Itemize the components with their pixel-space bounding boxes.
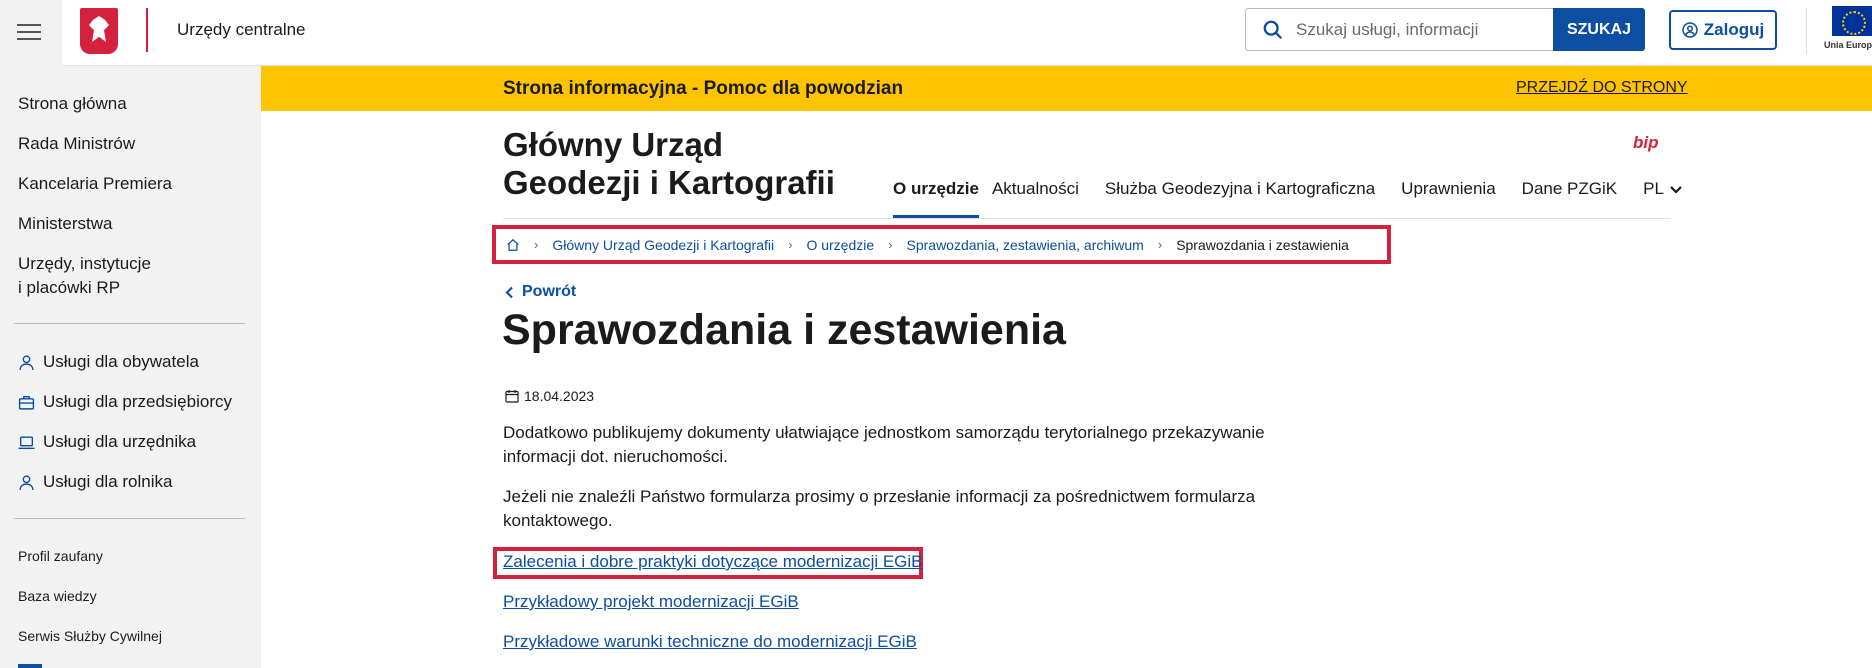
bip-logo-label: bip [1633, 133, 1659, 152]
eu-divider [1806, 8, 1807, 54]
sidebar-item-business-label: Usługi dla przedsiębiorcy [43, 392, 232, 411]
breadcrumb-current: Sprawozdania i zestawienia [1176, 236, 1349, 253]
search-button[interactable]: SZUKAJ [1553, 8, 1645, 51]
person-icon [19, 475, 34, 490]
sidebar-item-citizen-label: Usługi dla obywatela [43, 352, 199, 371]
sidebar-item-council[interactable]: Rada Ministrów [18, 132, 135, 156]
tab-pzgik-data[interactable]: Dane PZGiK [1509, 178, 1630, 218]
login-label: Zaloguj [1703, 20, 1765, 39]
sidebar-item-farmer[interactable]: Usługi dla rolnika [18, 470, 172, 494]
sidebar-item-official-label: Usługi dla urzędnika [43, 432, 197, 451]
home-icon[interactable] [506, 238, 520, 252]
main-nav: O urzędzie Aktualności Służba Geodezyjna… [893, 178, 1695, 218]
document-link-recommendations[interactable]: Zalecenia i dobre praktyki dotyczące mod… [503, 552, 923, 572]
chevron-right-icon: › [1157, 237, 1163, 252]
banner-link[interactable]: PRZEJDŹ DO STRONY [1516, 79, 1688, 97]
banner-text: Strona informacyjna - Pomoc dla powodzia… [503, 78, 904, 99]
menu-hamburger-icon[interactable] [0, 0, 62, 66]
language-label: PL [1643, 179, 1664, 198]
contact-paragraph: Jeżeli nie znaleźli Państwo formularza p… [503, 487, 1256, 530]
eu-flag-icon[interactable] [1832, 6, 1872, 36]
sidebar-item-citizen[interactable]: Usługi dla obywatela [18, 350, 199, 374]
document-link-sample-project[interactable]: Przykładowy projekt modernizacji EGiB [503, 592, 799, 612]
nav-divider [503, 218, 1671, 219]
language-selector[interactable]: PL [1630, 178, 1695, 218]
person-icon [19, 355, 34, 370]
sidebar-item-ministries[interactable]: Ministerstwa [18, 212, 112, 236]
sidebar: Strona główna Rada Ministrów Kancelaria … [0, 66, 261, 668]
header-divider [146, 8, 148, 52]
bip-logo[interactable]: bip [1633, 133, 1659, 153]
sidebar-item-chancellery[interactable]: Kancelaria Premiera [18, 172, 172, 196]
search-box [1245, 8, 1554, 51]
publication-date: 18.04.2023 [505, 388, 594, 404]
tab-geodetic-service[interactable]: Służba Geodezyjna i Kartograficzna [1092, 178, 1388, 218]
sidebar-divider [14, 518, 245, 519]
page-title: Sprawozdania i zestawienia [502, 306, 1066, 354]
sidebar-item-knowledge-base[interactable]: Baza wiedzy [18, 588, 97, 604]
intro-paragraph: Dodatkowo publikujemy dokumenty ułatwiaj… [503, 423, 1265, 466]
back-link[interactable]: Powrót [505, 283, 576, 301]
breadcrumb-link[interactable]: O urzędzie [806, 237, 874, 253]
chevron-right-icon: › [534, 237, 539, 252]
sidebar-item-business[interactable]: Usługi dla przedsiębiorcy [18, 390, 232, 414]
user-circle-icon [1682, 22, 1698, 38]
institution-name-line2: Geodezji i Kartografii [503, 164, 835, 201]
tab-about[interactable]: O urzędzie [893, 178, 979, 218]
briefcase-icon [18, 395, 35, 410]
institution-name[interactable]: Główny Urząd Geodezji i Kartografii [503, 126, 863, 202]
laptop-icon [18, 436, 35, 450]
sidebar-item-official[interactable]: Usługi dla urzędnika [18, 430, 196, 454]
date-value: 18.04.2023 [524, 388, 595, 404]
eu-label: Unia Europ [1824, 40, 1872, 50]
sidebar-item-civil-service[interactable]: Serwis Służby Cywilnej [18, 628, 162, 644]
sidebar-item-offices[interactable]: Urzędy, instytucje i placówki RP [18, 252, 151, 300]
breadcrumb-highlight: › Główny Urząd Geodezji i Kartografii › … [492, 225, 1391, 264]
sidebar-badge [18, 664, 42, 668]
breadcrumb-link[interactable]: Sprawozdania, zestawienia, archiwum [907, 237, 1144, 253]
chevron-right-icon: › [888, 237, 893, 252]
breadcrumb-link[interactable]: Główny Urząd Geodezji i Kartografii [552, 237, 774, 253]
tab-licenses[interactable]: Uprawnienia [1388, 178, 1509, 218]
polish-emblem-icon[interactable] [80, 8, 118, 54]
sidebar-item-home[interactable]: Strona główna [18, 92, 127, 116]
breadcrumb: › Główny Urząd Geodezji i Kartografii › … [496, 229, 1349, 260]
search-input[interactable] [1296, 9, 1546, 50]
sidebar-divider [14, 323, 245, 324]
sidebar-item-offices-line1: Urzędy, instytucje [18, 254, 151, 273]
top-header: Urzędy centralne SZUKAJ Zaloguj Unia Eur… [0, 0, 1872, 66]
sidebar-item-farmer-label: Usługi dla rolnika [43, 472, 173, 491]
search-icon [1263, 20, 1283, 40]
institution-name-line1: Główny Urząd [503, 126, 724, 163]
sidebar-item-trusted-profile[interactable]: Profil zaufany [18, 548, 103, 564]
document-link-technical-conditions[interactable]: Przykładowe warunki techniczne do modern… [503, 632, 917, 652]
chevron-left-icon [505, 286, 513, 298]
back-label: Powrót [522, 283, 577, 300]
info-banner: Strona informacyjna - Pomoc dla powodzia… [261, 66, 1872, 111]
chevron-down-icon [1670, 185, 1682, 194]
sidebar-item-offices-line2: i placówki RP [18, 278, 121, 297]
calendar-icon [505, 390, 519, 403]
tab-news[interactable]: Aktualności [992, 178, 1092, 218]
site-name[interactable]: Urzędy centralne [177, 20, 306, 40]
login-button[interactable]: Zaloguj [1669, 10, 1777, 50]
chevron-right-icon: › [788, 237, 793, 252]
